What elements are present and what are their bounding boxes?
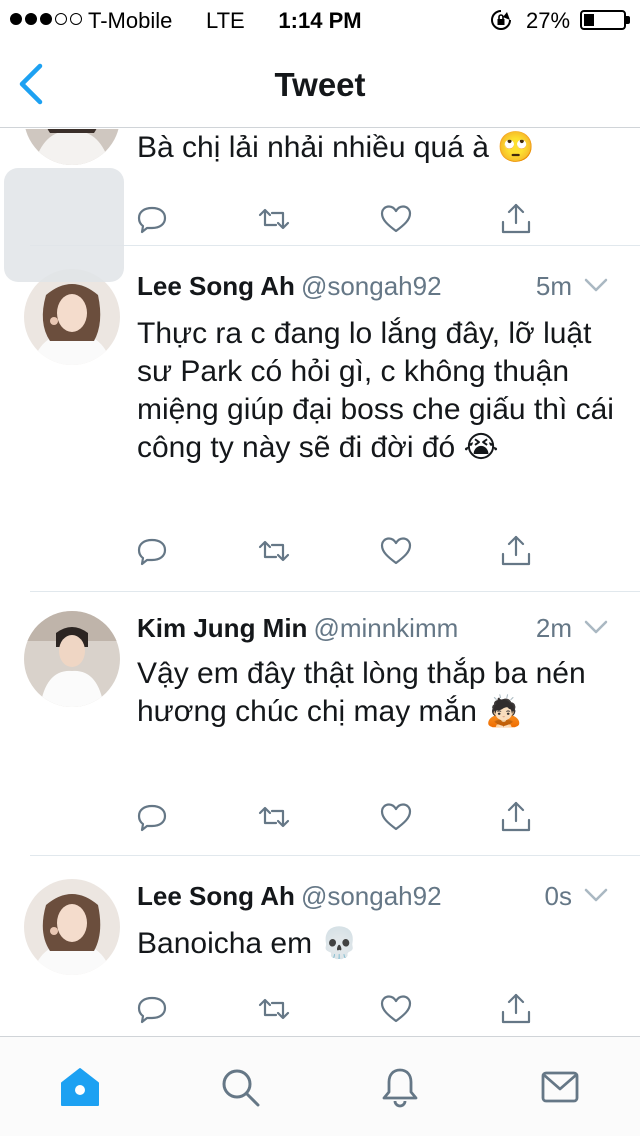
share-icon[interactable] — [498, 201, 534, 237]
status-bar: T-Mobile LTE 1:14 PM 27% — [0, 0, 640, 40]
share-icon[interactable] — [498, 991, 534, 1027]
avatar[interactable] — [24, 269, 120, 365]
page-title: Tweet — [274, 66, 366, 103]
retweet-icon[interactable] — [256, 991, 292, 1027]
tweet-text: Thực ra c đang lo lắng đây, lỡ luật sư P… — [137, 317, 614, 464]
tweet-header: Kim Jung Min @minnkimm 2m — [137, 613, 610, 647]
author-name[interactable]: Lee Song Ah — [137, 271, 295, 301]
chevron-down-icon[interactable] — [584, 887, 608, 903]
tweet-item[interactable]: Kim Jung Min @minnkimm 2m Vậy em đây thật… — [0, 591, 640, 855]
rotation-lock-icon — [491, 10, 511, 30]
like-heart-icon[interactable] — [378, 991, 414, 1027]
notifications-icon[interactable] — [378, 1065, 422, 1109]
tweet-header: Lee Song Ah @songah92 5m — [137, 271, 610, 305]
tab-bar — [0, 1036, 640, 1136]
tweet-actions — [134, 799, 534, 839]
like-heart-icon[interactable] — [378, 799, 414, 835]
author-name[interactable]: Lee Song Ah — [137, 881, 295, 911]
divider — [30, 591, 640, 592]
tweet-item[interactable]: Lee Song Ah @songah92 0s Banoicha em 💀 — [0, 855, 640, 1036]
chevron-down-icon[interactable] — [584, 277, 608, 293]
reply-icon[interactable] — [134, 991, 170, 1027]
navigation-bar: Tweet — [0, 40, 640, 128]
share-icon[interactable] — [498, 533, 534, 569]
reply-icon[interactable] — [134, 533, 170, 569]
author-handle[interactable]: @songah92 — [301, 271, 442, 301]
tweet-timestamp: 2m — [535, 613, 572, 643]
retweet-icon[interactable] — [256, 799, 292, 835]
avatar[interactable] — [24, 879, 120, 975]
reply-icon[interactable] — [134, 201, 170, 237]
tweet-actions — [134, 533, 534, 573]
touch-highlight — [4, 168, 124, 282]
retweet-icon[interactable] — [256, 533, 292, 569]
author-handle[interactable]: @minnkimm — [313, 613, 458, 643]
divider — [30, 855, 640, 856]
chevron-down-icon[interactable] — [584, 619, 608, 635]
tweet-timestamp: 0s — [544, 881, 572, 911]
tweet-header: Lee Song Ah @songah92 0s — [137, 881, 610, 915]
battery-icon — [580, 10, 630, 30]
author-name[interactable]: Kim Jung Min — [137, 613, 307, 643]
avatar[interactable] — [24, 129, 120, 165]
like-heart-icon[interactable] — [378, 533, 414, 569]
search-icon[interactable] — [218, 1065, 262, 1109]
share-icon[interactable] — [498, 799, 534, 835]
battery-percentage: 27% — [526, 8, 571, 33]
avatar[interactable] — [24, 611, 120, 707]
tweet-item[interactable]: Lee Song Ah @songah92 5m Thực ra c đang l… — [0, 245, 640, 591]
tweet-timestamp: 5m — [535, 271, 572, 301]
tweet-text: Vậy em đây thật lòng thắp ba nén hương c… — [137, 657, 586, 728]
tweet-text: Bà chị lải nhải nhiều quá à 🙄 — [137, 131, 535, 164]
reply-icon[interactable] — [134, 799, 170, 835]
tweet-actions — [134, 991, 534, 1031]
author-handle[interactable]: @songah92 — [301, 881, 442, 911]
messages-icon[interactable] — [538, 1065, 582, 1109]
tweet-actions — [134, 201, 534, 241]
tweet-text: Banoicha em 💀 — [137, 927, 358, 960]
like-heart-icon[interactable] — [378, 201, 414, 237]
home-icon[interactable] — [58, 1065, 102, 1109]
retweet-icon[interactable] — [256, 201, 292, 237]
